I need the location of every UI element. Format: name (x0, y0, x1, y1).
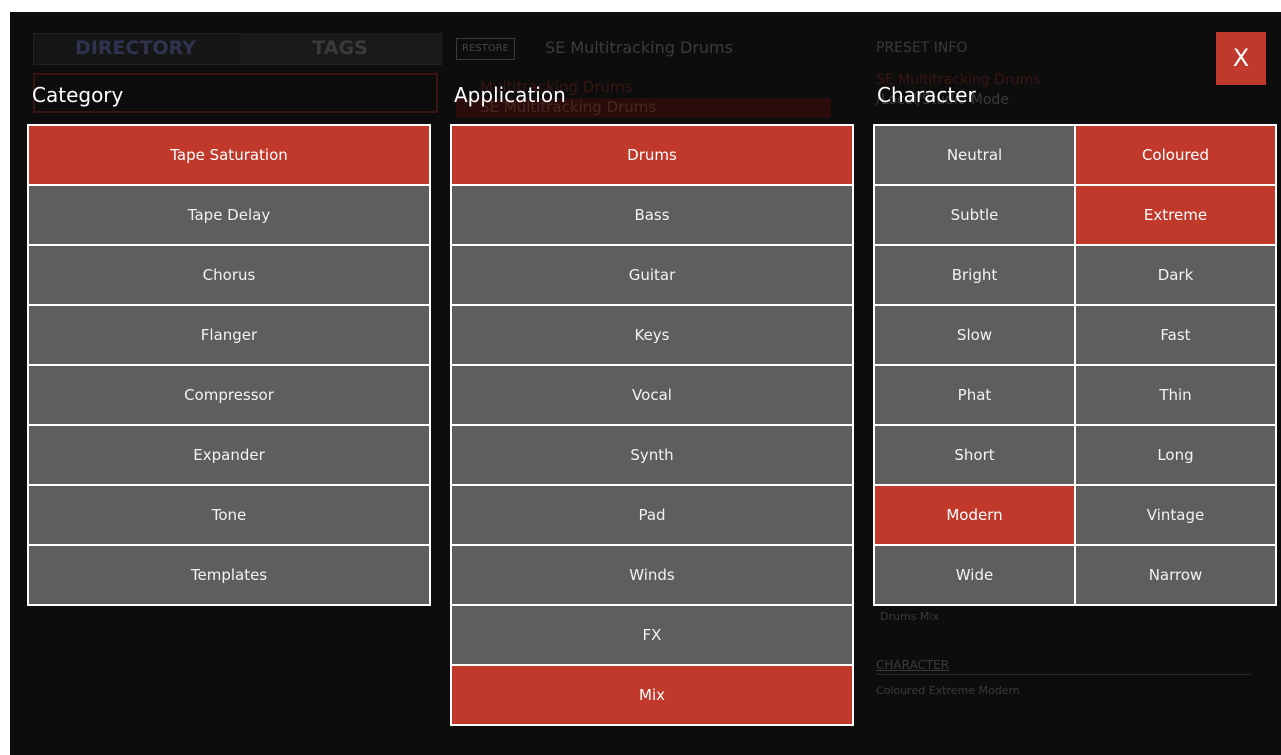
application-bass-button[interactable]: Bass (452, 186, 852, 244)
application-header: Application (454, 83, 566, 107)
character-modern-button[interactable]: Modern (875, 486, 1074, 544)
category-templates-button[interactable]: Templates (29, 546, 429, 604)
background-tab-tags: TAGS (240, 33, 440, 63)
category-tone-button[interactable]: Tone (29, 486, 429, 544)
close-button[interactable]: X (1216, 32, 1266, 85)
background-character-label: CHARACTER (876, 658, 950, 672)
category-compressor-button[interactable]: Compressor (29, 366, 429, 424)
background-divider (876, 674, 1251, 675)
category-expander-button[interactable]: Expander (29, 426, 429, 484)
character-coloured-button[interactable]: Coloured (1076, 126, 1275, 184)
background-tab-directory: DIRECTORY (75, 37, 196, 59)
application-synth-button[interactable]: Synth (452, 426, 852, 484)
character-header: Character (877, 83, 976, 107)
character-slow-button[interactable]: Slow (875, 306, 1074, 364)
character-wide-button[interactable]: Wide (875, 546, 1074, 604)
application-mix-button[interactable]: Mix (452, 666, 852, 724)
application-list: Drums Bass Guitar Keys Vocal Synth Pad W… (450, 124, 854, 726)
application-drums-button[interactable]: Drums (452, 126, 852, 184)
character-narrow-button[interactable]: Narrow (1076, 546, 1275, 604)
character-neutral-button[interactable]: Neutral (875, 126, 1074, 184)
category-tape-delay-button[interactable]: Tape Delay (29, 186, 429, 244)
character-bright-button[interactable]: Bright (875, 246, 1074, 304)
background-preset-title: SE Multitracking Drums (545, 38, 733, 57)
character-subtle-button[interactable]: Subtle (875, 186, 1074, 244)
background-preset-info-label: PRESET INFO (876, 40, 968, 56)
tag-filter-overlay: DIRECTORY TAGS RESTORE SE Multitracking … (10, 12, 1281, 755)
application-vocal-button[interactable]: Vocal (452, 366, 852, 424)
character-phat-button[interactable]: Phat (875, 366, 1074, 424)
character-fast-button[interactable]: Fast (1076, 306, 1275, 364)
character-grid: Neutral Coloured Subtle Extreme Bright D… (873, 124, 1277, 606)
character-dark-button[interactable]: Dark (1076, 246, 1275, 304)
character-short-button[interactable]: Short (875, 426, 1074, 484)
application-keys-button[interactable]: Keys (452, 306, 852, 364)
category-header: Category (32, 83, 124, 107)
application-pad-button[interactable]: Pad (452, 486, 852, 544)
category-flanger-button[interactable]: Flanger (29, 306, 429, 364)
background-restore-button: RESTORE (456, 38, 515, 60)
background-tag-values: Drums Mix (880, 610, 939, 623)
background-character-values: Coloured Extreme Modern (876, 684, 1020, 697)
application-fx-button[interactable]: FX (452, 606, 852, 664)
category-chorus-button[interactable]: Chorus (29, 246, 429, 304)
character-thin-button[interactable]: Thin (1076, 366, 1275, 424)
application-guitar-button[interactable]: Guitar (452, 246, 852, 304)
application-winds-button[interactable]: Winds (452, 546, 852, 604)
character-long-button[interactable]: Long (1076, 426, 1275, 484)
character-extreme-button[interactable]: Extreme (1076, 186, 1275, 244)
category-list: Tape Saturation Tape Delay Chorus Flange… (27, 124, 431, 606)
character-vintage-button[interactable]: Vintage (1076, 486, 1275, 544)
category-tape-saturation-button[interactable]: Tape Saturation (29, 126, 429, 184)
